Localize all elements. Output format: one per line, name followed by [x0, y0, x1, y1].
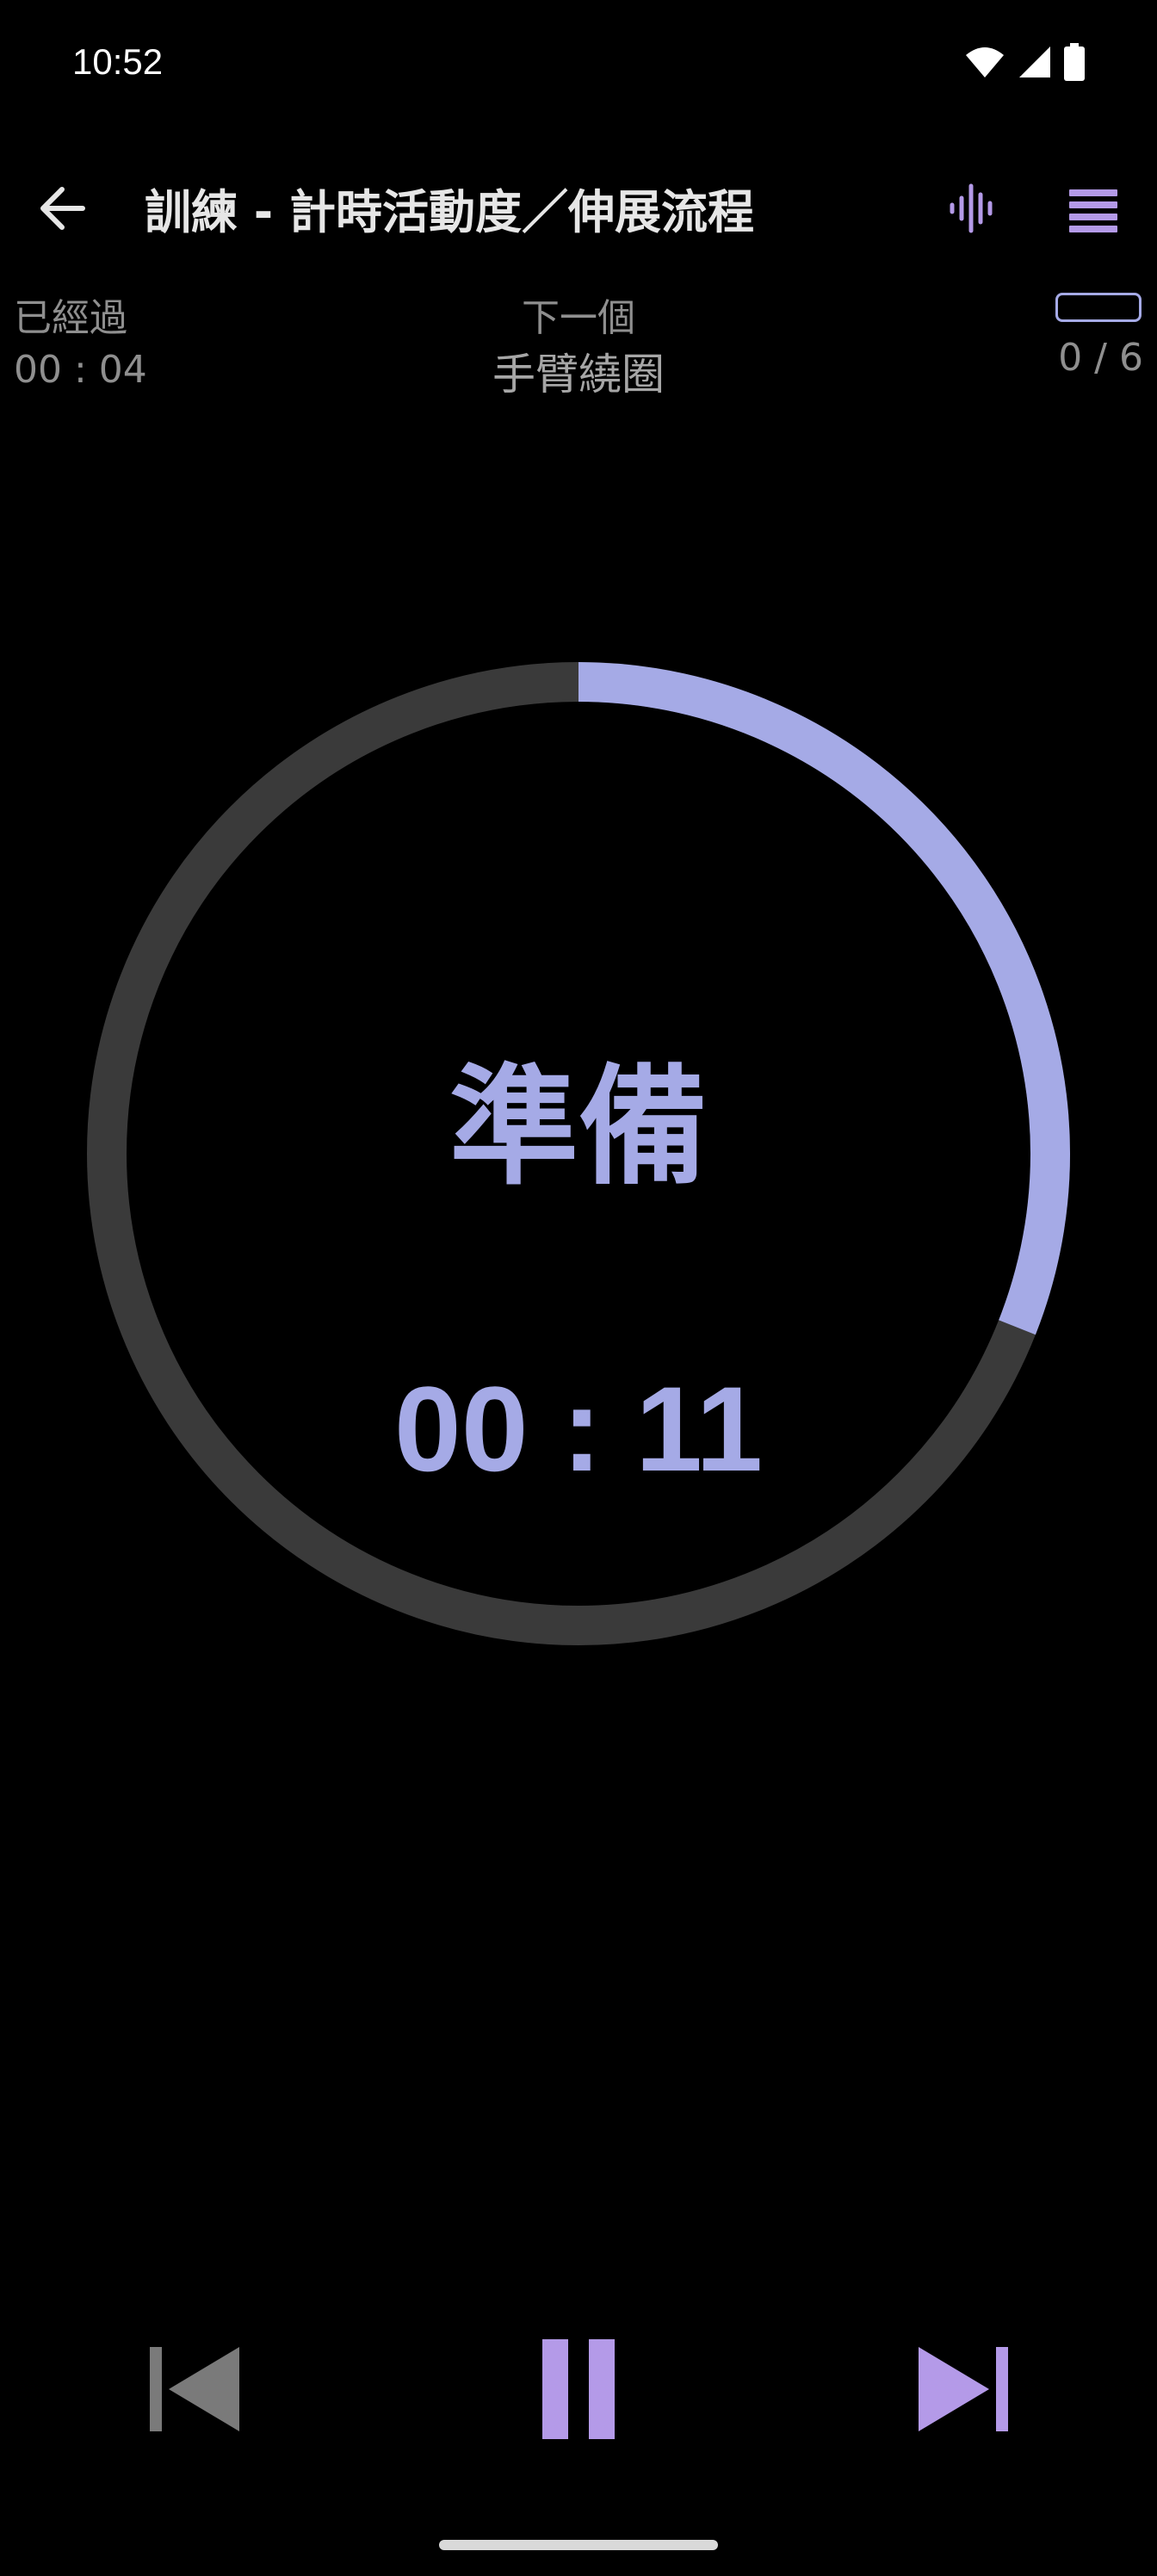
next-exercise: 下一個 手臂繞圈 — [406, 293, 751, 405]
timer-countdown: 00 : 11 — [393, 1361, 764, 1496]
progress-counter: 0 / 6 — [1023, 293, 1143, 380]
status-bar: 10:52 — [0, 0, 1157, 129]
elapsed-value: 00 : 04 — [14, 348, 147, 392]
timer-ring-progress — [578, 662, 1070, 1335]
menu-icon — [1069, 189, 1117, 232]
pause-icon — [542, 2339, 615, 2439]
next-value: 手臂繞圈 — [492, 350, 665, 399]
skip-previous-icon — [150, 2347, 239, 2431]
mini-progress-bar — [1055, 293, 1142, 322]
next-button[interactable] — [900, 2325, 1029, 2454]
next-label: 下一個 — [522, 296, 635, 340]
previous-button[interactable] — [129, 2325, 258, 2454]
signal-icon — [1019, 46, 1050, 77]
sound-button[interactable] — [938, 174, 1007, 243]
elapsed-time: 已經過 00 : 04 — [14, 293, 272, 396]
playback-controls — [0, 2325, 1157, 2454]
phase-label: 準備 — [449, 1053, 708, 1203]
back-button[interactable] — [26, 172, 98, 245]
pause-button[interactable] — [514, 2325, 643, 2454]
audio-wave-icon — [950, 183, 993, 233]
status-icons — [964, 43, 1085, 81]
list-menu-button[interactable] — [1059, 174, 1128, 243]
status-time: 10:52 — [72, 41, 164, 82]
app-bar: 訓練 - 計時活動度／伸展流程 — [0, 155, 1157, 250]
page-title: 訓練 - 計時活動度／伸展流程 — [145, 185, 755, 239]
skip-next-icon — [919, 2347, 1008, 2431]
battery-icon — [1064, 43, 1085, 81]
wifi-icon — [966, 47, 1004, 77]
arrow-back-icon — [40, 187, 85, 230]
home-indicator[interactable] — [439, 2540, 718, 2550]
elapsed-label: 已經過 — [14, 296, 127, 340]
counter-text: 0 / 6 — [1058, 336, 1143, 380]
